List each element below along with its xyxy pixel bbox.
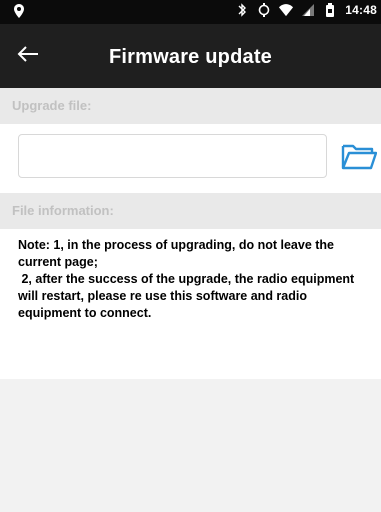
app-bar: Firmware update	[0, 24, 381, 88]
sync-icon	[257, 3, 271, 17]
file-information-label: File information:	[0, 193, 381, 229]
status-bar: 14:48	[0, 0, 381, 24]
signal-icon	[301, 3, 315, 17]
folder-open-icon	[341, 142, 378, 175]
battery-icon	[323, 3, 337, 17]
upgrade-note: Note: 1, in the process of upgrading, do…	[18, 238, 355, 320]
empty-area	[0, 379, 381, 512]
wifi-icon	[279, 3, 294, 17]
browse-file-button[interactable]	[339, 143, 379, 173]
location-pin-icon	[14, 4, 24, 21]
status-time: 14:48	[345, 3, 377, 17]
page-title: Firmware update	[108, 46, 273, 68]
bluetooth-icon	[235, 3, 249, 17]
file-select-row	[0, 124, 381, 193]
upgrade-file-label: Upgrade file:	[0, 88, 381, 124]
note-area: Note: 1, in the process of upgrading, do…	[0, 229, 381, 379]
upgrade-file-input[interactable]	[18, 134, 327, 178]
